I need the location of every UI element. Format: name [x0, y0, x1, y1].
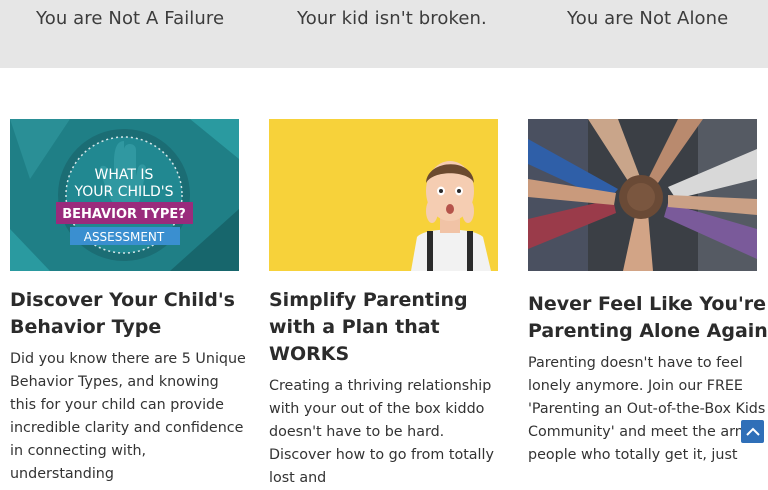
card-simplify-parenting: Simplify Parenting with a Plan that WORK…: [269, 119, 499, 486]
card-not-alone: Never Feel Like You're Parenting Alone A…: [528, 119, 768, 463]
torn-edge-divider: [0, 56, 768, 67]
scroll-to-top-button[interactable]: [741, 420, 764, 443]
tagline-not-a-failure: You are Not A Failure: [36, 8, 225, 29]
surprised-boy-image[interactable]: [269, 119, 498, 271]
card-behavior-type: WHAT IS YOUR CHILD'S BEHAVIOR TYPE? ASSE…: [10, 119, 246, 482]
chevron-up-icon: [745, 427, 760, 436]
card-body: Creating a thriving relationship with yo…: [269, 378, 494, 486]
tagline-not-alone: You are Not Alone: [567, 8, 729, 29]
image-text-what-is: WHAT IS: [95, 167, 154, 183]
card-title[interactable]: Simplify Parenting with a Plan that WORK…: [269, 287, 509, 368]
image-text-your-childs: YOUR CHILD'S: [74, 184, 174, 200]
tagline-kid-not-broken: Your kid isn't broken.: [297, 8, 487, 29]
image-text-assessment: ASSESSMENT: [84, 230, 165, 244]
card-title[interactable]: Never Feel Like You're Parenting Alone A…: [528, 291, 768, 345]
behavior-type-image[interactable]: WHAT IS YOUR CHILD'S BEHAVIOR TYPE? ASSE…: [10, 119, 239, 271]
card-title[interactable]: Discover Your Child's Behavior Type: [10, 287, 250, 341]
community-hands-image[interactable]: [528, 119, 757, 271]
card-body: Parenting doesn't have to feel lonely an…: [528, 355, 766, 463]
image-text-behavior-type: BEHAVIOR TYPE?: [62, 207, 186, 222]
card-body: Did you know there are 5 Unique Behavior…: [10, 351, 246, 482]
